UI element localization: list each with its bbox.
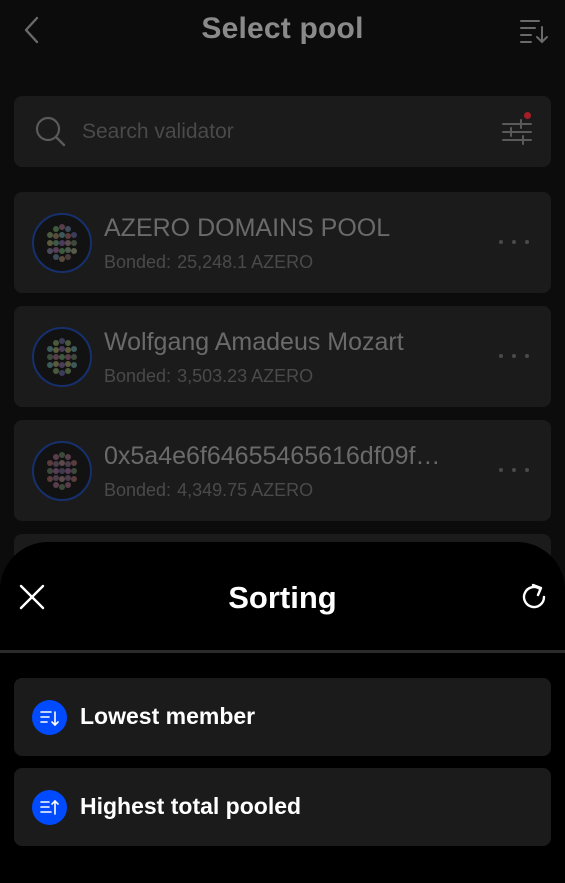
sheet-title: Sorting	[228, 580, 337, 615]
more-dot-icon	[499, 354, 503, 358]
divider	[0, 650, 565, 653]
pool-name: Wolfgang Amadeus Mozart	[104, 328, 404, 356]
more-dot-icon	[512, 354, 516, 358]
sort-option-highest-total-pooled[interactable]: Highest total pooled	[14, 768, 551, 846]
more-dot-icon	[499, 240, 503, 244]
reset-button[interactable]	[519, 582, 549, 612]
more-dot-icon	[512, 240, 516, 244]
pool-name: AZERO DOMAINS POOL	[104, 214, 391, 242]
sorting-sheet: Sorting Lowest member Highest total pool…	[0, 542, 565, 883]
avatar	[32, 213, 92, 273]
sort-descending-icon	[39, 710, 59, 726]
pool-bonded: Bonded: 3,503.23 AZERO	[104, 366, 313, 387]
more-dot-icon	[525, 354, 529, 358]
bonded-value: 4,349.75 AZERO	[177, 480, 314, 500]
bonded-label: Bonded:	[104, 366, 172, 386]
filter-sliders-icon	[502, 119, 532, 145]
search-input[interactable]	[80, 116, 484, 148]
more-options-button[interactable]	[499, 460, 529, 480]
sort-button[interactable]	[517, 14, 551, 48]
more-dot-icon	[512, 468, 516, 472]
header: Select pool	[0, 0, 565, 64]
avatar	[32, 327, 92, 387]
pool-bonded: Bonded: 4,349.75 AZERO	[104, 480, 313, 501]
filter-button[interactable]	[501, 112, 533, 148]
select-pool-screen: Select pool Search validator AZERO DOMAI…	[0, 0, 565, 883]
more-dot-icon	[499, 468, 503, 472]
sort-ascending-icon	[39, 799, 59, 815]
bonded-value: 3,503.23 AZERO	[177, 366, 314, 386]
pool-bonded: Bonded: 25,248.1 AZERO	[104, 252, 313, 273]
refresh-icon	[522, 583, 546, 609]
more-dot-icon	[525, 468, 529, 472]
pool-card[interactable]: AZERO DOMAINS POOL Bonded: 25,248.1 AZERO	[14, 192, 551, 293]
bonded-label: Bonded:	[104, 252, 172, 272]
pool-card[interactable]: 0x5a4e6f64655465616df09f… Bonded: 4,349.7…	[14, 420, 551, 521]
pool-name: 0x5a4e6f64655465616df09f…	[104, 442, 441, 470]
page-title: Select pool	[201, 12, 364, 45]
bonded-value: 25,248.1 AZERO	[177, 252, 314, 272]
sort-badge	[32, 700, 67, 735]
avatar	[32, 441, 92, 501]
sort-descending-icon	[520, 20, 548, 44]
sort-option-lowest-member[interactable]: Lowest member	[14, 678, 551, 756]
more-options-button[interactable]	[499, 232, 529, 252]
sort-option-label: Lowest member	[80, 703, 256, 729]
search-icon	[35, 116, 66, 147]
search-bar	[14, 96, 551, 167]
sort-option-label: Highest total pooled	[80, 793, 302, 819]
filter-active-dot	[524, 112, 531, 119]
bonded-label: Bonded:	[104, 480, 172, 500]
more-dot-icon	[525, 240, 529, 244]
pool-card[interactable]: Wolfgang Amadeus Mozart Bonded: 3,503.23 …	[14, 306, 551, 407]
more-options-button[interactable]	[499, 346, 529, 366]
sort-badge	[32, 790, 67, 825]
